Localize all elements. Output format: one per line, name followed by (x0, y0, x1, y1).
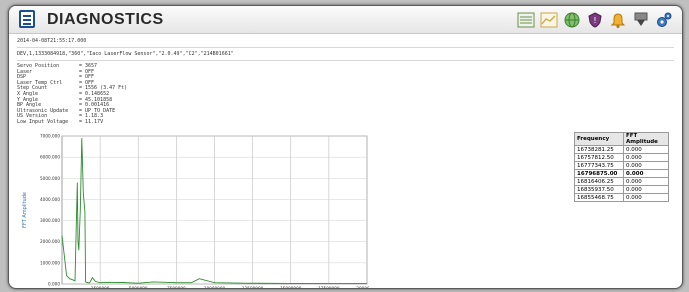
divider (17, 60, 674, 61)
shield-icon[interactable]: ! (585, 10, 605, 30)
y-tick-label: 3000.000 (40, 218, 60, 223)
frequency-cell: 16855468.75 (574, 193, 624, 202)
y-tick-label: 5000.000 (40, 176, 60, 181)
device-info-line: DEV,1,1333084918,"360","Iaco LaserFlow S… (17, 51, 234, 57)
globe-icon[interactable] (562, 10, 582, 30)
diagnostics-icon (19, 10, 35, 28)
table-row[interactable]: 16738281.25 0.000 (574, 145, 669, 154)
diagnostics-window: DIAGNOSTICS ! 2014-04-08T21:55:17.000 DE… (8, 5, 683, 289)
window-title: DIAGNOSTICS (47, 11, 164, 28)
y-tick-label: 2000.000 (40, 239, 60, 244)
frequency-cell: 16835937.50 (574, 185, 624, 194)
settings-icon[interactable] (654, 10, 674, 30)
table-row[interactable]: 16835937.50 0.000 (574, 185, 669, 194)
amplitude-cell: 0.000 (623, 185, 669, 194)
y-tick-label: 6000.000 (40, 155, 60, 160)
table-row[interactable]: 16796875.00 0.000 (574, 169, 669, 178)
x-tick-label: 5000000 (129, 286, 148, 289)
table-header-row: Frequency FFT Amplitude (574, 132, 669, 146)
x-tick-label: 10000000 (204, 286, 226, 289)
title-bar: DIAGNOSTICS ! (9, 6, 682, 34)
column-header-fft-amplitude: FFT Amplitude (623, 132, 669, 146)
y-tick-label: 0.000 (48, 282, 60, 287)
frequency-cell: 16816406.25 (574, 177, 624, 186)
frequency-cell: 16738281.25 (574, 145, 624, 154)
toolbar: ! (516, 10, 674, 30)
diagnostics-content: 2014-04-08T21:55:17.000 DEV,1,1333084918… (17, 36, 674, 288)
y-axis-label: FFT Amplitude (22, 192, 28, 228)
x-tick-label: 7500000 (167, 286, 186, 289)
x-tick-label: 2500000 (91, 286, 110, 289)
chart-icon[interactable] (516, 10, 536, 30)
amplitude-cell: 0.000 (623, 145, 669, 154)
y-tick-label: 1000.000 (40, 260, 60, 265)
y-tick-label: 7000.000 (40, 134, 60, 139)
fft-chart: 2500000 5000000 7500000 10000000 12500000 150… (22, 134, 369, 289)
frequency-cell: 16796875.00 (574, 169, 624, 178)
timestamp: 2014-04-08T21:55:17.000 (17, 38, 87, 44)
parameter-value: = 11.17V (79, 118, 104, 125)
parameter-name: Low Input Voltage (17, 118, 69, 125)
svg-text:!: ! (593, 16, 596, 25)
fft-table: Frequency FFT Amplitude 16738281.25 0.000… (574, 132, 669, 202)
x-tick-label: 12500000 (242, 286, 264, 289)
frequency-cell: 16777343.75 (574, 161, 624, 170)
table-row[interactable]: 16855468.75 0.000 (574, 193, 669, 202)
amplitude-cell: 0.000 (623, 193, 669, 202)
column-header-frequency: Frequency (574, 132, 624, 146)
parameter-list: Servo Position = 3657 Laser = OFF DSP = OFF La… (17, 63, 127, 126)
parameter-row: Low Input Voltage = 11.17V (17, 118, 127, 126)
download-icon[interactable] (631, 10, 651, 30)
table-row[interactable]: 16777343.75 0.000 (574, 161, 669, 170)
alert-bell-icon[interactable] (608, 10, 628, 30)
frequency-cell: 16757812.50 (574, 153, 624, 162)
amplitude-cell: 0.000 (623, 177, 669, 186)
line-graph-icon[interactable] (539, 10, 559, 30)
table-row[interactable]: 16757812.50 0.000 (574, 153, 669, 162)
table-row[interactable]: 16816406.25 0.000 (574, 177, 669, 186)
amplitude-cell: 0.000 (623, 169, 669, 178)
y-tick-label: 4000.000 (40, 197, 60, 202)
divider (17, 47, 674, 48)
x-tick-label: 15000000 (280, 286, 302, 289)
x-tick-label: 20000000 (356, 286, 369, 289)
amplitude-cell: 0.000 (623, 161, 669, 170)
x-tick-label: 17500000 (318, 286, 340, 289)
amplitude-cell: 0.000 (623, 153, 669, 162)
